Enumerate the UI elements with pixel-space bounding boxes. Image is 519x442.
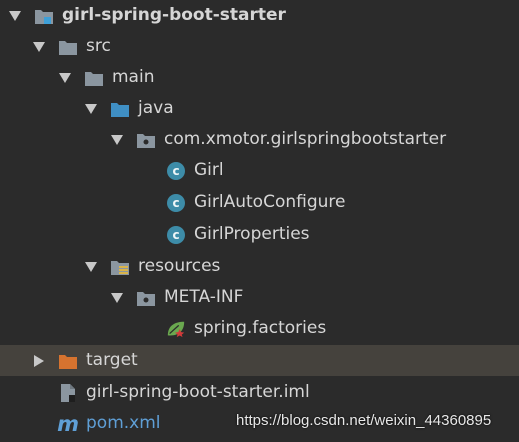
expand-arrow-icon[interactable] <box>110 291 124 305</box>
package-label: com.xmotor.girlspringbootstarter <box>164 129 447 149</box>
excluded-folder-icon <box>58 351 78 371</box>
main-label: main <box>112 67 155 87</box>
tree-row-java[interactable]: java <box>0 93 519 124</box>
iml-file-icon <box>58 383 78 403</box>
tree-row-resources[interactable]: resources <box>0 251 519 282</box>
class-badge: c <box>167 161 185 180</box>
iml-label: girl-spring-boot-starter.iml <box>86 382 310 402</box>
class-icon: c <box>166 225 186 245</box>
tree-row-target[interactable]: target <box>0 345 519 376</box>
source-folder-icon <box>110 99 130 119</box>
meta-inf-label: META-INF <box>164 287 244 307</box>
maven-icon-letter: m <box>57 411 79 436</box>
collapse-arrow-icon[interactable] <box>32 354 46 368</box>
target-label: target <box>86 350 138 370</box>
resources-label: resources <box>138 256 221 276</box>
class-properties-label: GirlProperties <box>194 224 310 244</box>
resources-folder-icon <box>110 257 130 277</box>
class-icon: c <box>166 161 186 181</box>
expand-arrow-icon[interactable] <box>84 102 98 116</box>
class-icon: c <box>166 193 186 213</box>
spring-leaf-icon <box>166 319 186 339</box>
tree-row-spring-factories[interactable]: spring.factories <box>0 313 519 344</box>
expand-arrow-icon[interactable] <box>32 40 46 54</box>
tree-row-class-autoconfigure[interactable]: c GirlAutoConfigure <box>0 187 519 218</box>
spring-factories-label: spring.factories <box>194 318 327 338</box>
folder-icon <box>84 68 104 88</box>
project-root-label: girl-spring-boot-starter <box>62 5 286 25</box>
watermark-text: https://blog.csdn.net/weixin_44360895 <box>236 412 492 429</box>
expand-arrow-icon[interactable] <box>84 260 98 274</box>
tree-row-meta-inf[interactable]: META-INF <box>0 282 519 313</box>
src-label: src <box>86 36 111 56</box>
tree-row-class-girl[interactable]: c Girl <box>0 155 519 186</box>
java-label: java <box>138 98 174 118</box>
tree-row-iml[interactable]: girl-spring-boot-starter.iml <box>0 377 519 408</box>
package-icon <box>136 130 156 150</box>
tree-row-src[interactable]: src <box>0 31 519 62</box>
expand-arrow-icon[interactable] <box>58 71 72 85</box>
class-badge: c <box>167 193 185 212</box>
expand-arrow-icon[interactable] <box>110 133 124 147</box>
class-autoconfigure-label: GirlAutoConfigure <box>194 192 346 212</box>
tree-row-class-properties[interactable]: c GirlProperties <box>0 219 519 250</box>
folder-icon <box>58 37 78 57</box>
module-folder-icon <box>34 6 54 26</box>
tree-row-package[interactable]: com.xmotor.girlspringbootstarter <box>0 124 519 155</box>
expand-arrow-icon[interactable] <box>8 9 22 23</box>
tree-row-project-root[interactable]: girl-spring-boot-starter <box>0 0 519 31</box>
class-girl-label: Girl <box>194 160 224 180</box>
tree-row-main[interactable]: main <box>0 62 519 93</box>
class-badge: c <box>167 225 185 244</box>
package-icon <box>136 288 156 308</box>
pom-label: pom.xml <box>86 413 161 433</box>
maven-icon: m <box>57 411 79 436</box>
